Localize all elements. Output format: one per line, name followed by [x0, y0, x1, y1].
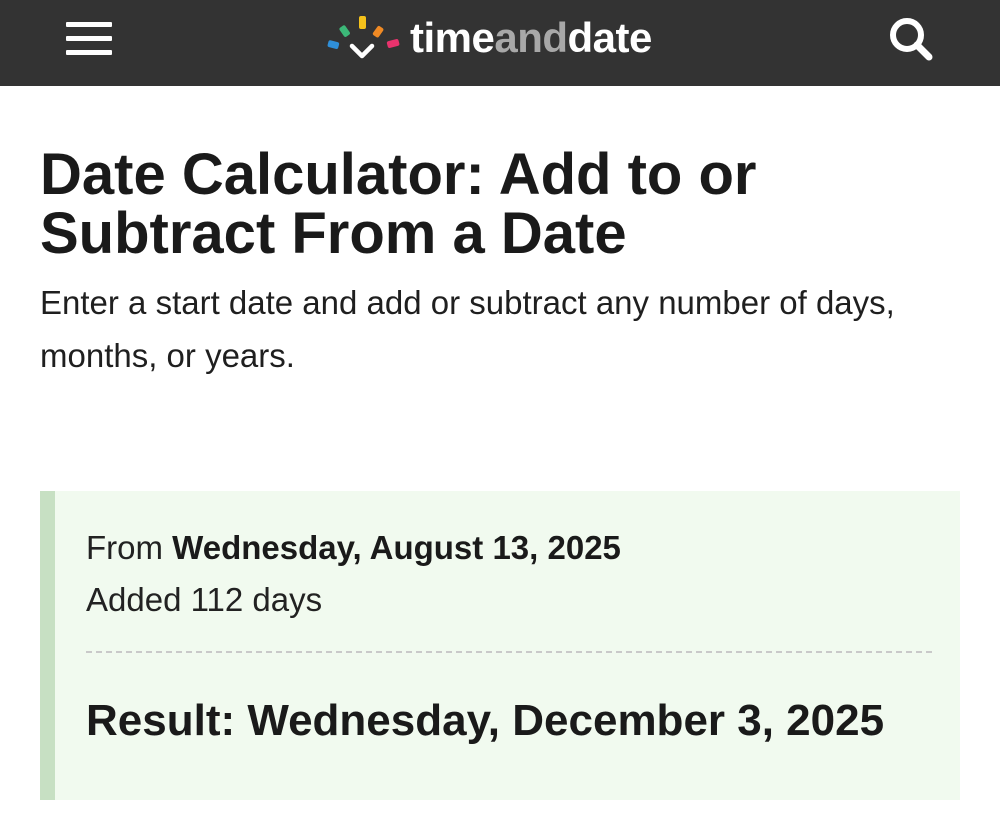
menu-bar-line — [66, 50, 112, 55]
from-date-value: Wednesday, August 13, 2025 — [172, 529, 621, 566]
from-date-line: From Wednesday, August 13, 2025 — [86, 529, 621, 567]
menu-bar-line — [66, 36, 112, 41]
top-navigation-bar: timeanddate — [0, 0, 1000, 86]
logo-wordmark: timeanddate — [410, 12, 652, 64]
logo-word-time: time — [410, 14, 495, 61]
logo-word-and: and — [494, 14, 568, 61]
hamburger-menu-icon[interactable] — [66, 21, 114, 57]
dashed-divider — [86, 651, 932, 653]
result-date-line: Result: Wednesday, December 3, 2025 — [86, 696, 885, 745]
search-icon[interactable] — [885, 14, 937, 66]
logo-dots-icon — [327, 16, 400, 59]
menu-bar-line — [66, 22, 112, 27]
added-days-line: Added 112 days — [86, 581, 323, 618]
page-intro-text: Enter a start date and add or subtract a… — [40, 284, 895, 374]
timeanddate-logo[interactable]: timeanddate — [324, 12, 652, 64]
calculation-result-box: From Wednesday, August 13, 2025 Added 11… — [40, 491, 960, 800]
from-label: From — [86, 529, 163, 566]
logo-word-date: date — [567, 14, 653, 61]
page-title: Date Calculator: Add to or Subtract From… — [40, 142, 757, 266]
